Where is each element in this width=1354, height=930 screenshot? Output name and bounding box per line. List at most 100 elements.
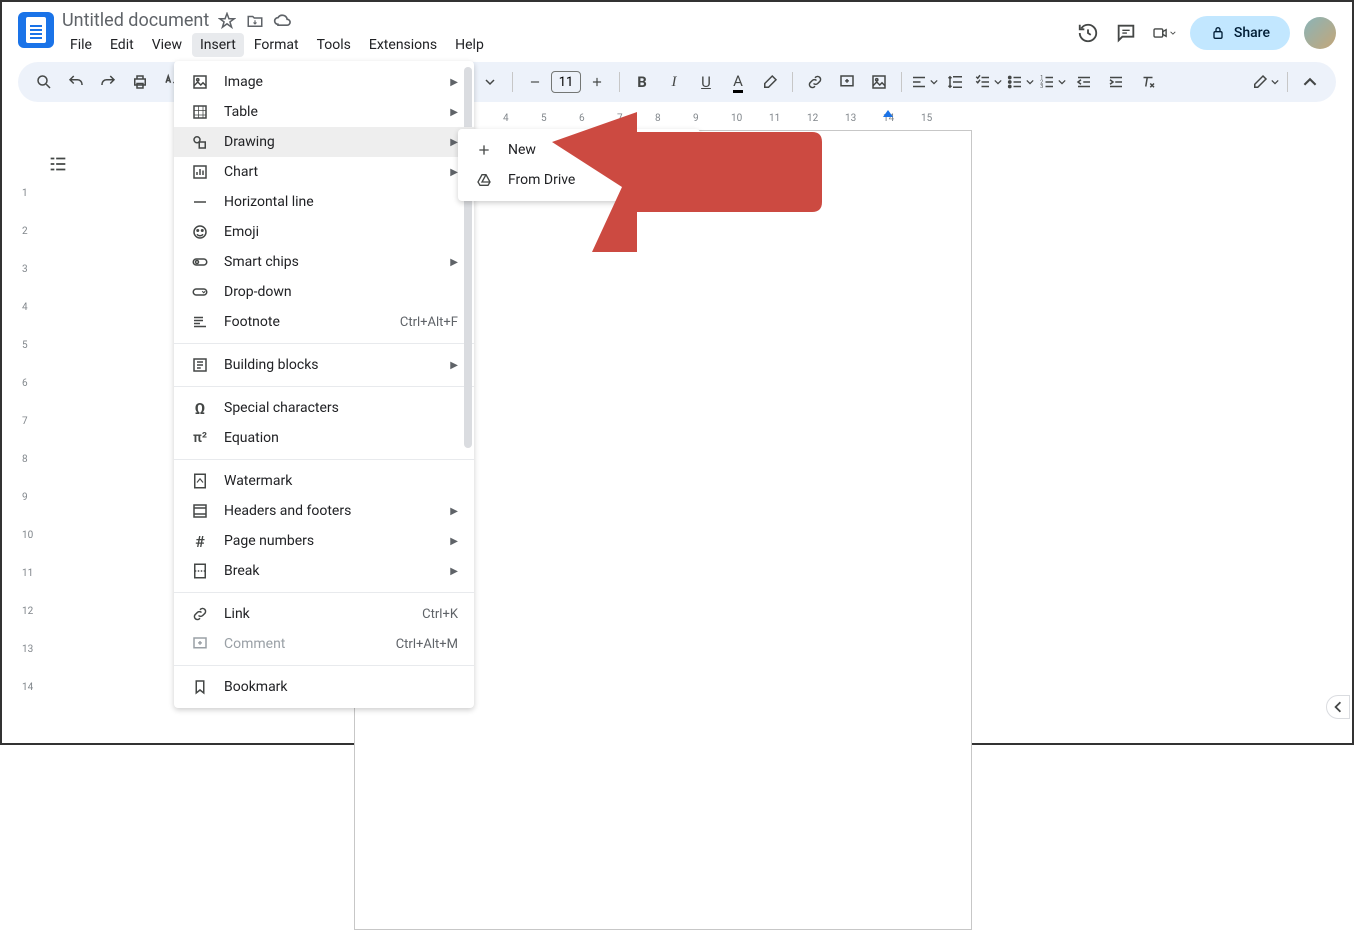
- menu-item-building-blocks[interactable]: Building blocks▶: [174, 350, 474, 380]
- menu-item-chart[interactable]: Chart▶: [174, 157, 474, 187]
- print-icon[interactable]: [126, 68, 154, 96]
- drawing-submenu: New From Drive: [458, 129, 700, 201]
- undo-icon[interactable]: [62, 68, 90, 96]
- outline-toggle-icon[interactable]: [44, 150, 72, 178]
- menu-format[interactable]: Format: [246, 33, 307, 57]
- ruler-number: 9: [22, 492, 28, 503]
- ruler-number: 1: [22, 188, 28, 199]
- increase-indent-icon[interactable]: [1102, 68, 1130, 96]
- menu-shortcut: Ctrl+Alt+M: [396, 637, 458, 652]
- insert-image-icon[interactable]: [865, 68, 893, 96]
- font-size-input[interactable]: [551, 71, 581, 93]
- chips-icon: [190, 252, 210, 272]
- drawing-icon: [190, 132, 210, 152]
- avatar[interactable]: [1304, 17, 1336, 49]
- link-icon[interactable]: [801, 68, 829, 96]
- menu-divider: [174, 386, 474, 387]
- side-panel-toggle-icon[interactable]: [1326, 695, 1350, 719]
- ruler-number: 14: [22, 682, 33, 693]
- bold-icon[interactable]: B: [628, 68, 656, 96]
- star-icon[interactable]: [217, 11, 237, 31]
- submenu-item-from-drive[interactable]: From Drive: [458, 165, 700, 195]
- bullet-list-icon[interactable]: [1006, 68, 1034, 96]
- menu-item-label: Bookmark: [224, 679, 458, 695]
- menu-shortcut: Ctrl+Alt+F: [400, 315, 458, 330]
- menu-item-emoji[interactable]: Emoji: [174, 217, 474, 247]
- hash-icon: #: [190, 531, 210, 551]
- menu-extensions[interactable]: Extensions: [361, 33, 445, 57]
- line-spacing-icon[interactable]: [942, 68, 970, 96]
- menu-item-drawing[interactable]: Drawing▶: [174, 127, 474, 157]
- menu-item-bookmark[interactable]: Bookmark: [174, 672, 474, 702]
- menu-item-headers-and-footers[interactable]: Headers and footers▶: [174, 496, 474, 526]
- break-icon: [190, 561, 210, 581]
- vertical-ruler[interactable]: 1234567891011121314: [20, 130, 36, 743]
- menu-tools[interactable]: Tools: [309, 33, 359, 57]
- menu-item-smart-chips[interactable]: Smart chips▶: [174, 247, 474, 277]
- menu-item-label: Table: [224, 104, 436, 120]
- hr-icon: [190, 192, 210, 212]
- ruler-number: 6: [22, 378, 28, 389]
- highlight-icon[interactable]: [756, 68, 784, 96]
- history-icon[interactable]: [1076, 21, 1100, 45]
- text-color-icon[interactable]: A: [724, 68, 752, 96]
- submenu-arrow-icon: ▶: [450, 107, 458, 118]
- increase-font-icon[interactable]: [583, 68, 611, 96]
- submenu-arrow-icon: ▶: [450, 167, 458, 178]
- menu-item-watermark[interactable]: Watermark: [174, 466, 474, 496]
- move-icon[interactable]: [245, 11, 265, 31]
- styles-dropdown-arrow-icon[interactable]: [476, 68, 504, 96]
- menu-item-label: Watermark: [224, 473, 458, 489]
- menu-item-horizontal-line[interactable]: Horizontal line: [174, 187, 474, 217]
- menu-item-equation[interactable]: π²Equation: [174, 423, 474, 453]
- ruler-number: 11: [22, 568, 33, 579]
- menu-item-drop-down[interactable]: Drop-down: [174, 277, 474, 307]
- emoji-icon: [190, 222, 210, 242]
- editing-mode-icon[interactable]: [1251, 68, 1279, 96]
- menubar: FileEditViewInsertFormatToolsExtensionsH…: [62, 33, 1076, 57]
- submenu-item-label: New: [508, 142, 684, 158]
- italic-icon[interactable]: I: [660, 68, 688, 96]
- menu-item-page-numbers[interactable]: #Page numbers▶: [174, 526, 474, 556]
- decrease-indent-icon[interactable]: [1070, 68, 1098, 96]
- submenu-item-new[interactable]: New: [458, 135, 700, 165]
- meet-icon[interactable]: [1152, 21, 1176, 45]
- menu-file[interactable]: File: [62, 33, 100, 57]
- underline-icon[interactable]: U: [692, 68, 720, 96]
- document-title[interactable]: Untitled document: [62, 10, 209, 31]
- menu-item-label: Footnote: [224, 314, 386, 330]
- ruler-number: 6: [579, 113, 585, 124]
- redo-icon[interactable]: [94, 68, 122, 96]
- menu-item-label: Page numbers: [224, 533, 436, 549]
- menu-item-break[interactable]: Break▶: [174, 556, 474, 586]
- menu-item-image[interactable]: Image▶: [174, 67, 474, 97]
- checklist-icon[interactable]: [974, 68, 1002, 96]
- align-icon[interactable]: [910, 68, 938, 96]
- menu-item-footnote[interactable]: Footnote Ctrl+Alt+F: [174, 307, 474, 337]
- menu-item-special-characters[interactable]: ΩSpecial characters: [174, 393, 474, 423]
- share-button[interactable]: Share: [1190, 16, 1290, 50]
- menu-insert[interactable]: Insert: [192, 33, 244, 57]
- cloud-status-icon[interactable]: [273, 11, 293, 31]
- menu-help[interactable]: Help: [447, 33, 492, 57]
- menu-item-label: Horizontal line: [224, 194, 458, 210]
- add-comment-icon[interactable]: [833, 68, 861, 96]
- drive-icon: [474, 170, 494, 190]
- collapse-toolbar-icon[interactable]: [1296, 68, 1324, 96]
- insert-menu: Image▶ Table ▶ Drawing▶Chart▶ Horizontal lin…: [174, 61, 474, 708]
- right-margin-marker[interactable]: [883, 110, 893, 117]
- menu-view[interactable]: View: [144, 33, 190, 57]
- ruler-number: 12: [22, 606, 33, 617]
- submenu-item-label: From Drive: [508, 172, 684, 188]
- menu-edit[interactable]: Edit: [102, 33, 142, 57]
- table-icon: [190, 102, 210, 122]
- numbered-list-icon[interactable]: 123: [1038, 68, 1066, 96]
- docs-logo-icon[interactable]: [18, 12, 54, 48]
- menu-item-link[interactable]: LinkCtrl+K: [174, 599, 474, 629]
- menu-item-table[interactable]: Table ▶: [174, 97, 474, 127]
- decrease-font-icon[interactable]: [521, 68, 549, 96]
- search-icon[interactable]: [30, 68, 58, 96]
- svg-text:3: 3: [1040, 84, 1043, 90]
- comments-icon[interactable]: [1114, 21, 1138, 45]
- clear-format-icon[interactable]: [1134, 68, 1162, 96]
